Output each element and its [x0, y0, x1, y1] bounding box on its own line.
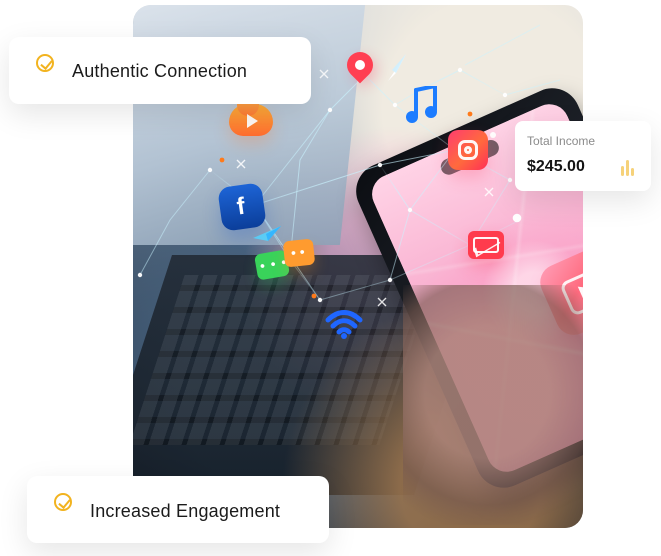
increased-engagement-card: Increased Engagement	[27, 476, 329, 543]
chat-bubble-orange-icon	[282, 238, 316, 268]
increased-engagement-label: Increased Engagement	[90, 501, 281, 521]
hand	[403, 285, 583, 525]
check-circle-icon	[54, 493, 72, 511]
facebook-glyph: f	[235, 192, 247, 221]
wifi-icon	[325, 310, 363, 339]
check-circle-icon	[36, 54, 54, 72]
mail-icon	[468, 231, 504, 259]
cloud-play-icon	[229, 94, 273, 136]
authentic-connection-card: Authentic Connection	[9, 37, 311, 104]
total-income-value: $245.00	[527, 158, 585, 175]
small-blue-plane-icon	[253, 226, 281, 241]
bar-chart-bar	[631, 168, 634, 176]
total-income-label: Total Income	[527, 134, 596, 148]
total-income-card: Total Income $245.00	[515, 121, 651, 191]
bar-chart-bar	[621, 166, 624, 176]
instagram-icon	[448, 130, 488, 170]
paper-plane-icon	[388, 54, 406, 81]
authentic-connection-label: Authentic Connection	[72, 61, 248, 81]
bar-chart-icon	[621, 158, 635, 176]
music-note-icon	[406, 86, 437, 123]
bar-chart-bar	[626, 160, 629, 176]
